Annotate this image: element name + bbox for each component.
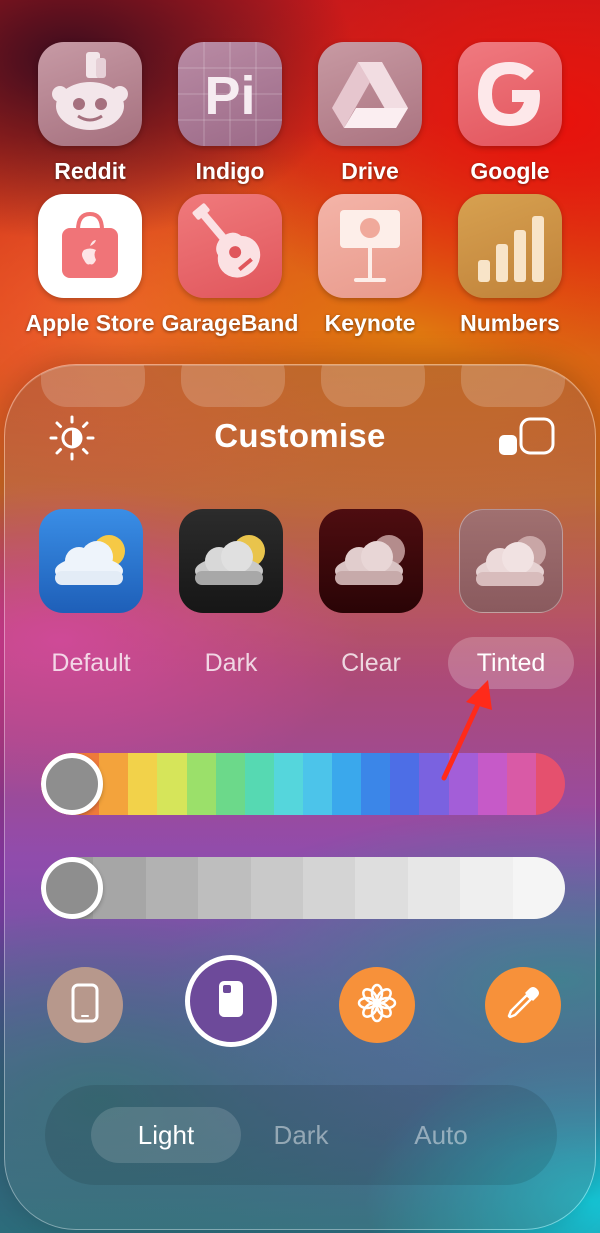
app-reddit[interactable]: Reddit: [20, 42, 160, 185]
eyedropper-tool-button[interactable]: [485, 967, 561, 1043]
guitar-icon: [178, 194, 282, 298]
app-label: Google: [470, 158, 550, 184]
app-label: Keynote: [324, 310, 416, 336]
blurred-icon: [181, 365, 285, 407]
google-icon: [458, 42, 562, 146]
blurred-icon: [321, 365, 425, 407]
style-label: Dark: [204, 649, 258, 677]
blurred-icon: [461, 365, 565, 407]
reddit-icon: [38, 42, 142, 146]
flower-tool-button[interactable]: [339, 967, 415, 1043]
numbers-chart-icon: [458, 194, 562, 298]
drive-icon: [318, 42, 422, 146]
weather-dark-icon: [179, 509, 283, 613]
app-label: Drive: [341, 158, 399, 184]
phone-tool-button[interactable]: [47, 967, 123, 1043]
style-option-clear[interactable]: Clear: [301, 509, 441, 689]
keynote-icon: [318, 194, 422, 298]
saturation-slider[interactable]: [41, 857, 565, 919]
indigo-pi-icon: Pi: [178, 42, 282, 146]
appearance-mode-segment: Light Dark Auto: [45, 1085, 557, 1185]
phone-back-icon: [217, 979, 245, 1024]
style-option-tinted[interactable]: Tinted: [441, 509, 581, 689]
saturation-slider-track: [41, 857, 565, 919]
app-label: Numbers: [460, 310, 560, 336]
blurred-icon: [41, 365, 145, 407]
app-drive[interactable]: Drive: [300, 42, 440, 185]
style-label: Clear: [341, 649, 401, 677]
app-label: Apple Store: [25, 310, 155, 336]
icon-size-toggle-icon[interactable]: [497, 415, 555, 459]
svg-text:Pi: Pi: [204, 66, 255, 126]
mode-dark-button[interactable]: Dark: [226, 1107, 376, 1163]
style-option-default[interactable]: Default: [21, 509, 161, 689]
app-label: Indigo: [195, 158, 265, 184]
saturation-slider-thumb[interactable]: [41, 857, 103, 919]
weather-clear-icon: [319, 509, 423, 613]
app-indigo[interactable]: Pi Indigo: [160, 42, 300, 185]
app-label: GarageBand: [161, 310, 299, 336]
apple-store-icon: [38, 194, 142, 298]
flower-icon: [357, 983, 397, 1028]
app-label: Reddit: [54, 158, 126, 184]
phone-back-tool-button[interactable]: [185, 955, 277, 1047]
mode-auto-button[interactable]: Auto: [366, 1107, 516, 1163]
app-keynote[interactable]: Keynote: [300, 194, 440, 337]
weather-default-icon: [39, 509, 143, 613]
app-numbers[interactable]: Numbers: [440, 194, 580, 337]
phone-icon: [71, 983, 99, 1028]
annotation-arrow-icon: [441, 680, 492, 781]
hue-slider-thumb[interactable]: [41, 753, 103, 815]
eyedropper-icon: [503, 983, 543, 1028]
mode-light-button[interactable]: Light: [91, 1107, 241, 1163]
weather-tinted-icon: [459, 509, 563, 613]
customise-sheet: Customise Default Dark Clear Tinted Ligh…: [4, 364, 596, 1230]
style-label: Default: [51, 649, 131, 677]
app-garageband[interactable]: GarageBand: [160, 194, 300, 337]
app-google[interactable]: Google: [440, 42, 580, 185]
style-option-dark[interactable]: Dark: [161, 509, 301, 689]
sheet-header: Customise: [5, 415, 595, 461]
app-apple-store[interactable]: Apple Store: [20, 194, 160, 337]
